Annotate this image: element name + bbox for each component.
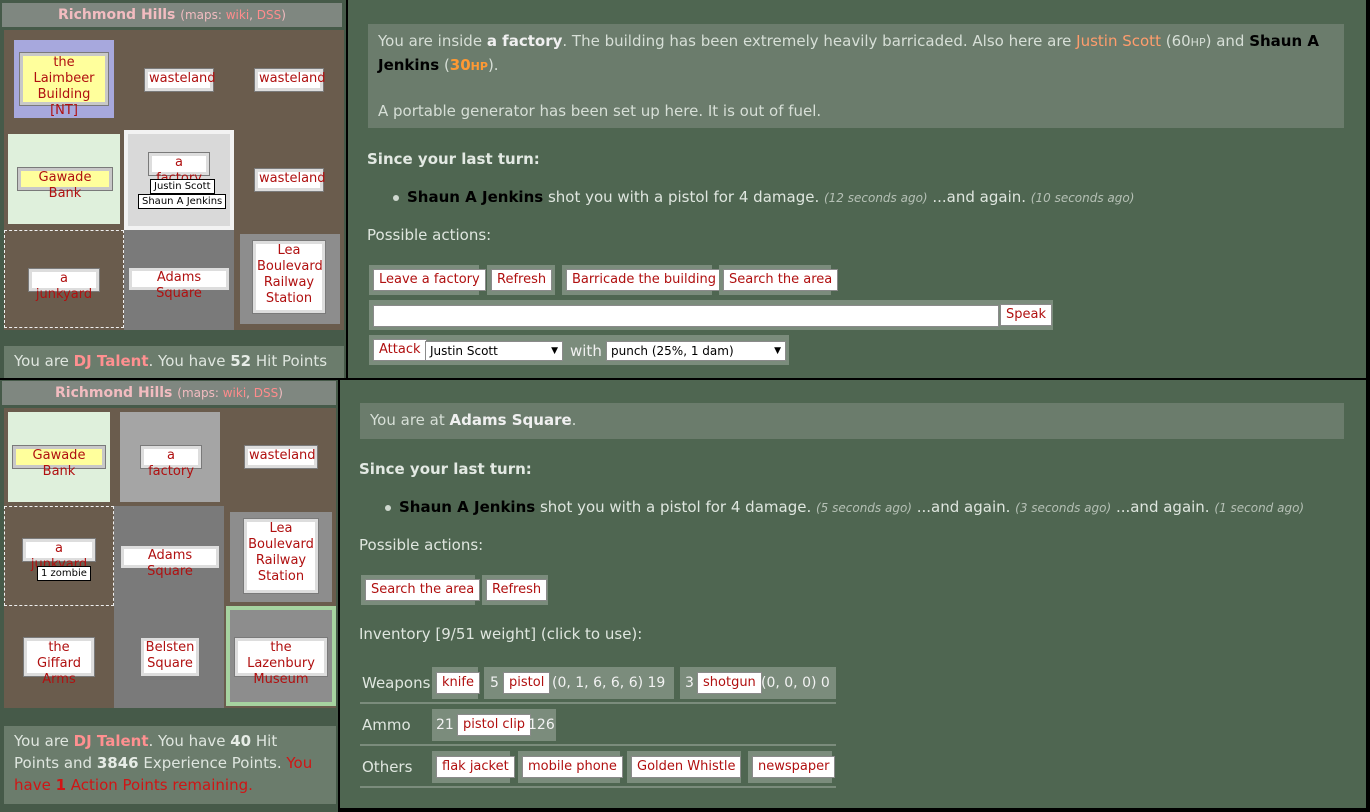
golden-whistle-button[interactable]: Golden Whistle	[631, 756, 742, 778]
newspaper-button[interactable]: newspaper	[752, 756, 836, 778]
bottom-actions-heading: Possible actions:	[359, 536, 484, 554]
top-maps-wiki-link[interactable]: wiki	[226, 8, 249, 22]
top-cell-ne-button[interactable]: wasteland	[254, 68, 326, 92]
shotgun-button[interactable]: shotgun	[697, 672, 762, 694]
top-person-justin[interactable]: Justin Scott	[1076, 32, 1161, 50]
with-label: with	[570, 342, 602, 360]
bottom-player-name: DJ Talent	[73, 732, 149, 750]
chevron-down-icon: ▼	[551, 346, 558, 356]
bottom-player-status: You are DJ Talent. You have 40 Hit Point…	[4, 726, 336, 804]
top-desc-para-2: A portable generator has been set up her…	[378, 102, 822, 120]
attack-target-select[interactable]: Justin Scott ▼	[425, 341, 563, 361]
top-desc-para-1: You are inside a factory. The building h…	[378, 32, 1319, 74]
top-cell-w-button[interactable]: Gawade Bank	[17, 167, 113, 201]
attack-button[interactable]: Attack	[373, 339, 427, 361]
top-suburb-name: Richmond Hills	[58, 7, 176, 23]
speech-input[interactable]	[373, 305, 999, 327]
bottom-search-button[interactable]: Search the area	[365, 579, 481, 601]
top-suburb-header: Richmond Hills (maps: wiki, DSS)	[2, 3, 342, 27]
top-cell-nw-button[interactable]: the Laimbeer Building [NT]	[19, 52, 109, 118]
bottom-event: Shaun A Jenkins shot you with a pistol f…	[385, 498, 1304, 516]
top-search-button[interactable]: Search the area	[723, 269, 839, 291]
top-cell-c-button[interactable]: a factory	[148, 152, 210, 186]
chevron-down-icon: ▼	[774, 346, 781, 356]
pistol-button[interactable]: pistol	[503, 672, 551, 694]
bottom-cell-se-button[interactable]: the Lazenbury Museum	[234, 637, 328, 687]
top-since-heading: Since your last turn:	[367, 150, 540, 168]
bottom-maps-dss-link[interactable]: DSS	[254, 386, 278, 400]
flak-jacket-button[interactable]: flak jacket	[436, 756, 515, 778]
bottom-zombie-tag[interactable]: 1 zombie	[37, 566, 91, 581]
bullet-icon	[385, 504, 391, 511]
speak-button[interactable]: Speak	[1000, 304, 1052, 326]
mobile-phone-button[interactable]: mobile phone	[522, 756, 623, 778]
inventory-heading: Inventory [9/51 weight] (click to use):	[359, 625, 643, 643]
bottom-since-heading: Since your last turn:	[359, 460, 532, 478]
bottom-suburb-name: Richmond Hills	[55, 385, 173, 401]
bottom-cell-s-button[interactable]: Belsten Square	[140, 637, 200, 677]
top-player-status: You are DJ Talent. You have 52 Hit Point…	[4, 346, 344, 378]
others-label: Others	[362, 758, 413, 776]
bottom-cell-n-button[interactable]: a factory	[140, 445, 202, 479]
bottom-suburb-header: Richmond Hills (maps: wiki, DSS)	[2, 381, 336, 405]
pistol-clip-button[interactable]: pistol clip	[457, 714, 532, 736]
top-cell-e-button[interactable]: wasteland	[254, 168, 326, 192]
bottom-cell-nw-button[interactable]: Gawade Bank	[12, 445, 106, 479]
bottom-cell-c-button[interactable]: Adams Square	[120, 545, 220, 579]
top-occupant-tag-1[interactable]: Justin Scott	[150, 179, 215, 194]
barricade-button[interactable]: Barricade the building	[566, 269, 722, 291]
top-player-name: DJ Talent	[73, 352, 149, 370]
knife-button[interactable]: knife	[436, 672, 480, 694]
bottom-refresh-button[interactable]: Refresh	[486, 579, 548, 601]
attack-weapon-select[interactable]: punch (25%, 1 dam) ▼	[606, 341, 786, 361]
top-cell-n-button[interactable]: wasteland	[144, 68, 216, 92]
leave-building-button[interactable]: Leave a factory	[373, 269, 486, 291]
top-event: Shaun A Jenkins shot you with a pistol f…	[393, 188, 1134, 206]
top-cell-sw-button[interactable]: a junkyard	[28, 268, 100, 302]
top-actions-heading: Possible actions:	[367, 226, 492, 244]
bottom-cell-ne-button[interactable]: wasteland	[244, 445, 318, 469]
bottom-action-points: 1	[55, 776, 67, 794]
bottom-cell-e-button[interactable]: Lea Boulevard Railway Station	[243, 518, 319, 594]
top-cell-se-button[interactable]: Lea Boulevard Railway Station	[252, 240, 326, 314]
weapons-label: Weapons	[362, 674, 431, 692]
top-location-description: You are inside a factory. The building h…	[368, 24, 1344, 128]
bottom-location-description: You are at Adams Square.	[360, 403, 1344, 439]
bottom-maps-wiki-link[interactable]: wiki	[223, 386, 246, 400]
bottom-experience-points: 3846	[96, 754, 139, 772]
top-cell-s-button[interactable]: Adams Square	[128, 267, 230, 301]
bottom-cell-sw-button[interactable]: the Giffard Arms	[23, 637, 95, 687]
bottom-hit-points: 40	[230, 732, 252, 750]
top-occupant-tag-2[interactable]: Shaun A Jenkins	[138, 194, 227, 209]
top-hit-points: 52	[230, 352, 252, 370]
bottom-cell-w-button[interactable]: a junkyard	[22, 538, 96, 572]
ammo-label: Ammo	[362, 716, 411, 734]
bullet-icon	[393, 194, 399, 201]
top-maps-dss-link[interactable]: DSS	[257, 8, 281, 22]
top-refresh-button[interactable]: Refresh	[491, 269, 553, 291]
